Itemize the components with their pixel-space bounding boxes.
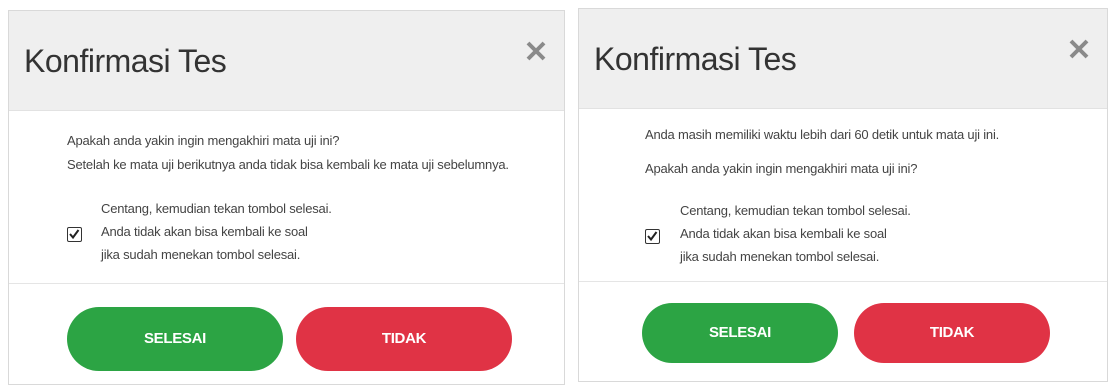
screen: Konfirmasi Tes Apakah anda yakin ingin m… (0, 0, 1113, 385)
checkmark-icon (647, 231, 658, 242)
dialog-title: Konfirmasi Tes (24, 43, 227, 79)
cancel-button[interactable]: TIDAK (854, 303, 1050, 363)
confirm-dialog-right: Konfirmasi Tes Anda masih memiliki waktu… (578, 8, 1108, 382)
instruction-line-2: Anda tidak akan bisa kembali ke soal (680, 226, 887, 241)
dialog-header: Konfirmasi Tes (579, 9, 1107, 109)
close-button[interactable] (524, 39, 548, 63)
dialog-body: Apakah anda yakin ingin mengakhiri mata … (9, 111, 564, 284)
dialog-header: Konfirmasi Tes (9, 11, 564, 111)
confirm-checkbox[interactable] (645, 229, 660, 244)
instruction-line-3: jika sudah menekan tombol selesai. (101, 247, 301, 262)
confirm-question: Apakah anda yakin ingin mengakhiri mata … (645, 161, 918, 176)
confirm-question: Apakah anda yakin ingin mengakhiri mata … (67, 133, 340, 148)
instruction-line-2: Anda tidak akan bisa kembali ke soal (101, 224, 308, 239)
cancel-button[interactable]: TIDAK (296, 307, 512, 371)
instruction-line-3: jika sudah menekan tombol selesai. (680, 249, 880, 264)
finish-button[interactable]: SELESAI (642, 303, 838, 363)
finish-button[interactable]: SELESAI (67, 307, 283, 371)
dialog-body: Anda masih memiliki waktu lebih dari 60 … (579, 109, 1107, 282)
confirm-checkbox[interactable] (67, 227, 82, 242)
time-remaining-message: Anda masih memiliki waktu lebih dari 60 … (645, 127, 1000, 142)
close-button[interactable] (1067, 37, 1091, 61)
instruction-line-1: Centang, kemudian tekan tombol selesai. (680, 203, 911, 218)
warning-message: Setelah ke mata uji berikutnya anda tida… (67, 157, 509, 172)
dialog-title: Konfirmasi Tes (594, 41, 797, 77)
instruction-line-1: Centang, kemudian tekan tombol selesai. (101, 201, 332, 216)
close-icon (1069, 39, 1089, 59)
close-icon (526, 41, 546, 61)
checkmark-icon (69, 229, 80, 240)
confirm-dialog-left: Konfirmasi Tes Apakah anda yakin ingin m… (8, 10, 565, 385)
